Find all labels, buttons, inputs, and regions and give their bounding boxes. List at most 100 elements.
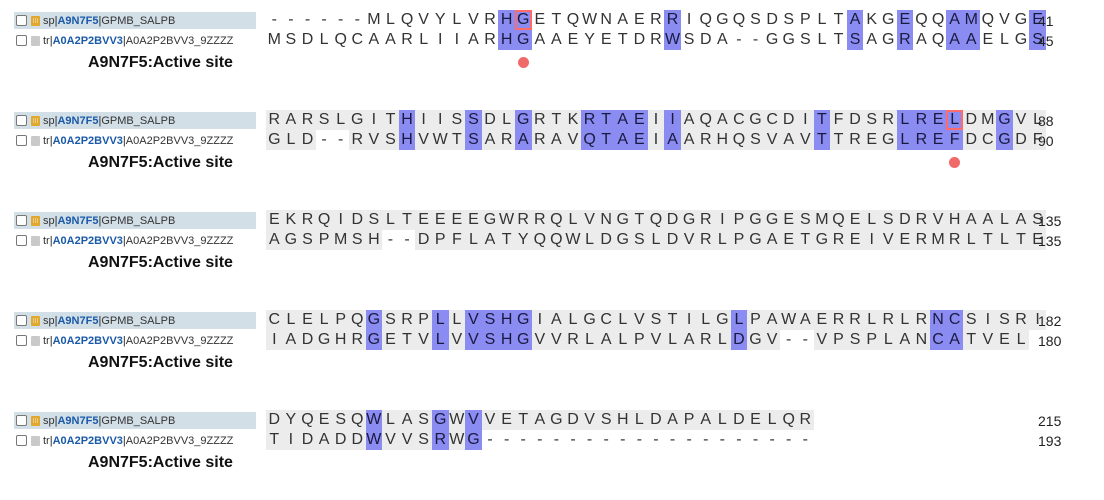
residue: W [448,430,466,450]
residue: R [697,230,715,250]
accession-link[interactable]: A9N7F5 [57,115,98,127]
select-sequence-checkbox[interactable] [16,315,27,326]
residue: R [431,430,449,450]
residue: R [913,210,930,230]
residue: E [780,230,797,250]
residue: R [913,230,930,250]
residue: G [581,310,598,330]
residue: F [448,230,466,250]
accession-link[interactable]: A9N7F5 [57,15,98,27]
residue: H [498,30,515,50]
residue: K [866,11,877,28]
entry-name: GPMB_SALPB [101,414,176,427]
active-site-marker[interactable] [949,157,961,168]
residue: D [266,410,283,430]
alignment-row: tr | A0A2P2BVV3 | A0A2P2BVV3_9ZZZZ T I D A D D W V V S… [0,430,1104,450]
residue: N [600,11,612,28]
residue: Q [531,230,549,250]
accession-link[interactable]: A9N7F5 [57,315,98,327]
residue: D [481,110,499,130]
residue: R [830,310,847,330]
residue: I [365,110,383,130]
entry-name: A0A2P2BVV3_9ZZZZ [125,34,234,47]
residue: D [299,330,316,350]
residue: G [714,310,731,330]
residue: L [999,31,1009,48]
accession-link[interactable]: A0A2P2BVV3 [53,335,123,347]
accession-link[interactable]: A0A2P2BVV3 [53,435,123,447]
residue: S [382,130,399,150]
alignment-gap: - [719,431,725,448]
select-sequence-checkbox[interactable] [16,235,27,246]
accession-link[interactable]: A0A2P2BVV3 [53,235,123,247]
residue: Q [548,210,565,230]
accession-link[interactable]: A9N7F5 [57,415,98,427]
accession-link[interactable]: A0A2P2BVV3 [53,135,123,147]
residue: D [301,31,314,48]
select-sequence-checkbox[interactable] [16,415,27,426]
residue: L [282,130,300,150]
database-prefix: tr [43,134,50,147]
sequence-residues: TIDADDWVVSRWG-------------------- [266,430,814,450]
residue: G [614,230,632,250]
select-sequence-checkbox[interactable] [16,335,27,346]
sequence-residues: ------MLQVYLVRHGETQWNAERRIQGQSDSPLTAKGEQ… [266,10,1046,30]
alignment-gap: - [271,11,277,28]
select-sequence-checkbox[interactable] [16,35,27,46]
end-position: 135 [1038,233,1062,249]
residue: L [448,310,466,330]
residue: V [813,330,831,350]
accession-link[interactable]: A9N7F5 [57,215,98,227]
residue: R [484,11,496,28]
sequence-residues: DYQESQWLASGWVVETAGDVSHLDAPALDELQR [266,410,814,430]
residue: A [398,410,416,430]
residue: L [730,310,748,330]
residue: H [398,110,416,130]
residue: I [438,31,443,48]
accession-link[interactable]: A0A2P2BVV3 [53,35,123,47]
residue: T [797,230,814,250]
residue: S [846,330,864,350]
alignment-gap: - [321,11,327,28]
residue: V [448,330,466,350]
residue: E [465,210,482,230]
database-prefix: sp [43,14,55,27]
residue: A [962,30,980,50]
residue: C [763,110,781,130]
select-sequence-checkbox[interactable] [16,135,27,146]
residue: L [714,230,731,250]
residue: W [431,130,449,150]
active-site-marker[interactable] [517,57,529,68]
residue: Q [548,230,565,250]
select-sequence-checkbox[interactable] [16,215,27,226]
residue: E [747,410,764,430]
residue: G [465,430,482,450]
select-sequence-checkbox[interactable] [16,435,27,446]
residue: A [979,210,997,230]
alignment-gap: - [786,431,792,448]
residue: D [647,410,665,430]
residue: S [415,410,432,430]
alignment-gap: - [586,431,593,448]
residue: W [448,410,466,430]
residue: T [1012,230,1030,250]
residue: L [896,310,914,330]
entry-name: GPMB_SALPB [101,14,176,27]
residue: R [664,10,681,30]
residue: G [514,30,532,50]
database-prefix: sp [43,214,55,227]
alignment-gap: - [570,431,576,448]
residue: H [498,330,515,350]
residue: M [367,11,381,28]
residue: A [946,330,963,350]
residue: R [913,130,930,150]
residue: Y [434,11,446,28]
select-sequence-checkbox[interactable] [16,115,27,126]
trembl-icon [31,235,40,246]
residue: A [551,31,562,48]
residue: R [299,110,316,130]
select-sequence-checkbox[interactable] [16,15,27,26]
database-prefix: sp [43,114,55,127]
residue: A [714,110,731,130]
sequence-residues: CLELPQGSRPLLVSHGIALGCLVSTILGLPAWAERRLRLR… [266,310,1046,330]
